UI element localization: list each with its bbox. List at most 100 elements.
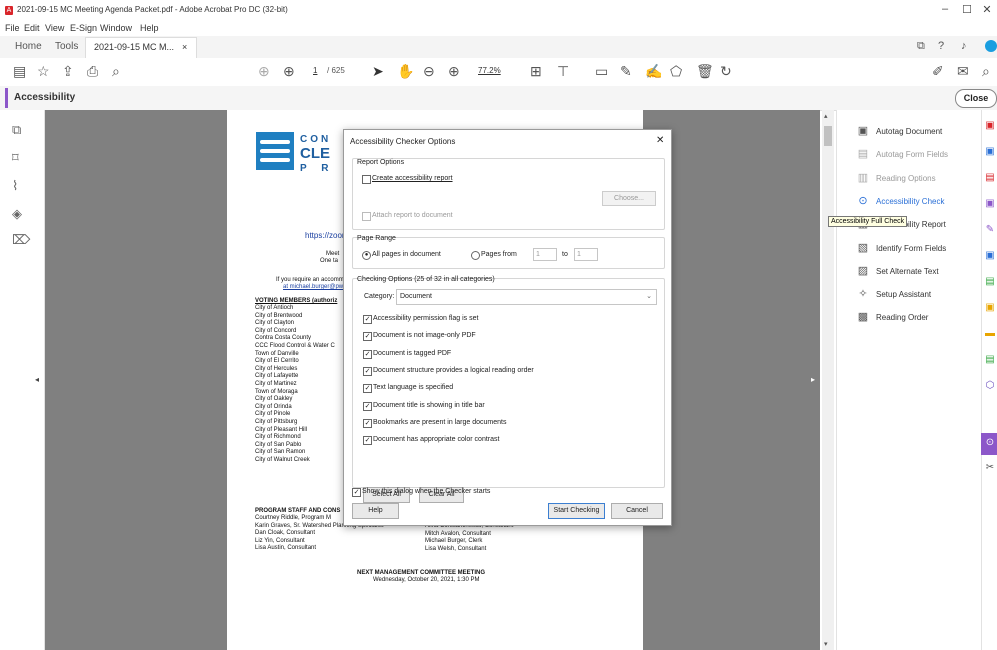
menu-esign[interactable]: E-Sign: [70, 23, 97, 33]
attach-report-checkbox[interactable]: [362, 212, 371, 221]
tool-item[interactable]: Accessibility Check: [876, 197, 944, 206]
scroll-mode-icon[interactable]: ⊤: [557, 63, 569, 80]
vertical-scrollbar[interactable]: [822, 110, 834, 650]
choose-folder-button[interactable]: Choose...: [602, 191, 656, 206]
sign-icon[interactable]: ✍: [645, 63, 662, 80]
avatar[interactable]: [985, 40, 997, 52]
tool-item[interactable]: Set Alternate Text: [876, 267, 939, 276]
scroll-up-icon[interactable]: ▴: [824, 112, 828, 120]
delete-icon[interactable]: 🗑: [696, 63, 714, 80]
search-tool-icon[interactable]: ⌕: [982, 63, 990, 80]
more-tools-icon[interactable]: ✂: [985, 462, 995, 474]
export-pdf-icon[interactable]: ▣: [985, 120, 995, 132]
hand-tool-icon[interactable]: ✋: [397, 63, 414, 80]
close-tool-button[interactable]: Close: [955, 89, 997, 108]
tool-item[interactable]: Setup Assistant: [876, 290, 931, 299]
check-option-label[interactable]: Document title is showing in title bar: [373, 402, 485, 409]
pages-to-input[interactable]: 1: [574, 248, 598, 261]
check-option-checkbox[interactable]: ✓: [363, 401, 372, 411]
check-option-label[interactable]: Text language is specified: [373, 384, 453, 391]
check-option-checkbox[interactable]: ✓: [363, 418, 372, 428]
page-thumbnails-icon[interactable]: ⧉: [12, 122, 21, 138]
create-pdf-icon[interactable]: ▤: [985, 172, 995, 184]
all-pages-label[interactable]: All pages in document: [372, 251, 441, 258]
dialog-close-icon[interactable]: ✕: [656, 135, 664, 146]
comment-bubble-icon[interactable]: ▬: [985, 328, 995, 340]
menu-window[interactable]: Window: [100, 23, 132, 33]
menu-edit[interactable]: Edit: [24, 23, 40, 33]
stamp-icon[interactable]: ⬠: [670, 63, 682, 80]
highlight-pen-icon[interactable]: ✎: [620, 63, 632, 80]
check-option-label[interactable]: Document is tagged PDF: [373, 350, 451, 357]
zoom-level[interactable]: 77.2%: [478, 66, 501, 75]
close-window-button[interactable]: ✕: [978, 3, 996, 19]
tool-item[interactable]: Identify Form Fields: [876, 244, 946, 253]
save-icon[interactable]: ▤: [13, 63, 26, 80]
pages-from-radio[interactable]: [471, 251, 480, 260]
tab-home[interactable]: Home: [15, 41, 42, 52]
bookmark-star-icon[interactable]: ☆: [37, 63, 50, 80]
accessibility-tool-icon[interactable]: ⊙: [985, 437, 995, 449]
maximize-button[interactable]: ☐: [957, 3, 977, 19]
menu-file[interactable]: File: [5, 23, 20, 33]
scroll-down-icon[interactable]: ▾: [824, 640, 828, 648]
organize-icon[interactable]: ▣: [985, 250, 995, 262]
menu-help[interactable]: Help: [140, 23, 159, 33]
print-icon[interactable]: ⎙: [87, 63, 98, 80]
protect-icon[interactable]: ⬡: [985, 380, 995, 392]
search-icon[interactable]: ⌕: [112, 63, 120, 80]
check-option-checkbox[interactable]: ✓: [363, 332, 372, 342]
page-number-input[interactable]: 1: [313, 66, 317, 75]
tab-document[interactable]: 2021-09-15 MC M... ×: [85, 37, 197, 59]
show-dialog-checkbox[interactable]: ✓: [352, 488, 361, 497]
all-pages-radio[interactable]: ●: [362, 251, 371, 260]
help-button[interactable]: Help: [352, 503, 399, 519]
comment-icon[interactable]: ▭: [595, 63, 608, 80]
check-option-checkbox[interactable]: ✓: [363, 384, 372, 394]
tool-item[interactable]: Reading Options: [876, 174, 936, 183]
share-icon[interactable]: ⧉: [917, 40, 925, 53]
tags-icon[interactable]: ⌦: [12, 232, 30, 248]
scan-icon[interactable]: ▣: [985, 302, 995, 314]
rotate-icon[interactable]: ↻: [720, 63, 732, 80]
show-dialog-label[interactable]: Show this dialog when the Checker starts: [362, 488, 490, 495]
tool-item[interactable]: Autotag Form Fields: [876, 150, 948, 159]
collapse-right-icon[interactable]: ▸: [811, 375, 815, 384]
accommodation-email[interactable]: at michael.burger@pw.c: [283, 284, 347, 290]
minimize-button[interactable]: –: [935, 3, 955, 19]
next-page-icon[interactable]: ⊕: [283, 63, 295, 80]
check-option-label[interactable]: Bookmarks are present in large documents: [373, 419, 506, 426]
check-option-label[interactable]: Accessibility permission flag is set: [373, 315, 478, 322]
help-icon[interactable]: ?: [938, 40, 944, 52]
zoom-out-icon[interactable]: ⊖: [423, 63, 435, 80]
check-option-checkbox[interactable]: ✓: [363, 349, 372, 359]
check-option-label[interactable]: Document has appropriate color contrast: [373, 436, 499, 443]
tool-item[interactable]: Autotag Document: [876, 127, 942, 136]
edit-pdf-icon[interactable]: ▣: [985, 146, 995, 158]
attachments-icon[interactable]: ⌇: [12, 178, 18, 194]
check-option-checkbox[interactable]: ✓: [363, 315, 372, 324]
menu-view[interactable]: View: [45, 23, 64, 33]
comment-tool-icon[interactable]: ▣: [985, 198, 995, 210]
check-option-label[interactable]: Document structure provides a logical re…: [373, 367, 534, 374]
fill-tool-icon[interactable]: ✎: [985, 224, 995, 236]
compress-icon[interactable]: ▤: [985, 276, 995, 288]
fill-sign-icon[interactable]: ✐: [932, 63, 944, 80]
pages-from-label[interactable]: Pages from: [481, 251, 517, 258]
create-report-checkbox[interactable]: [362, 175, 371, 184]
zoom-in-icon[interactable]: ⊕: [448, 63, 460, 80]
tab-tools[interactable]: Tools: [55, 41, 78, 52]
collapse-left-icon[interactable]: ◂: [35, 375, 39, 384]
layers-icon[interactable]: ◈: [12, 206, 22, 222]
cancel-button[interactable]: Cancel: [611, 503, 663, 519]
notification-icon[interactable]: ♪: [961, 40, 967, 52]
pages-from-input[interactable]: 1: [533, 248, 557, 261]
start-checking-button[interactable]: Start Checking: [548, 503, 605, 519]
tab-close-icon[interactable]: ×: [182, 42, 187, 52]
fit-page-icon[interactable]: ⊞: [530, 63, 542, 80]
scrollbar-thumb[interactable]: [824, 126, 832, 146]
select-cursor-icon[interactable]: ➤: [372, 63, 384, 80]
create-report-label[interactable]: Create accessibility report: [372, 175, 453, 182]
check-option-label[interactable]: Document is not image-only PDF: [373, 332, 476, 339]
bookmarks-icon[interactable]: ⌑: [12, 150, 19, 166]
